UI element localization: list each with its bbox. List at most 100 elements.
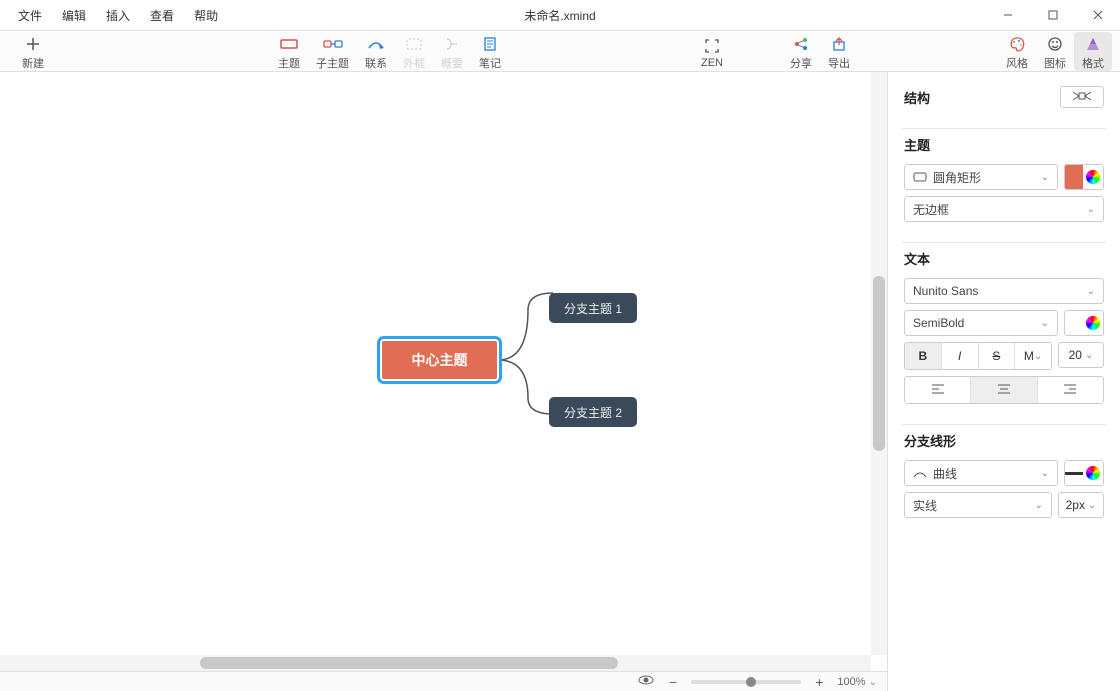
toolbar-new[interactable]: 新建 xyxy=(14,32,52,71)
format-panel: 结构 主题 圆角矩形 ⌄ 无边框 ⌄ 文本 xyxy=(887,72,1120,691)
toolbar-format[interactable]: 格式 xyxy=(1074,32,1112,71)
shape-select[interactable]: 圆角矩形 ⌄ xyxy=(904,164,1058,190)
curve-icon xyxy=(913,468,927,478)
mindmap-canvas[interactable]: 中心主题 分支主题 1 分支主题 2 xyxy=(0,72,887,671)
chevron-down-icon: ⌄ xyxy=(1041,468,1049,479)
line-width-label: 2px xyxy=(1066,498,1085,512)
toolbar-subtopic-label: 子主题 xyxy=(316,55,349,71)
minimize-button[interactable] xyxy=(985,0,1030,30)
panel-divider xyxy=(902,242,1106,243)
section-structure: 结构 xyxy=(904,86,1104,108)
toolbar-relation[interactable]: 联系 xyxy=(357,32,395,71)
toolbar-topic[interactable]: 主题 xyxy=(270,32,308,71)
toolbar-zen-label: ZEN xyxy=(701,57,723,69)
vertical-scrollbar[interactable] xyxy=(871,72,887,655)
menu-view[interactable]: 查看 xyxy=(140,0,184,30)
italic-button[interactable]: I xyxy=(942,343,979,369)
menu-help[interactable]: 帮助 xyxy=(184,0,228,30)
horizontal-scrollbar-thumb[interactable] xyxy=(200,657,618,669)
zoom-in-button[interactable]: + xyxy=(811,674,827,690)
topic-title: 主题 xyxy=(904,135,1104,154)
icons-icon xyxy=(1045,34,1065,54)
toolbar-share-label: 分享 xyxy=(790,55,812,71)
window-controls xyxy=(985,0,1120,30)
toolbar-icons-label: 图标 xyxy=(1044,55,1066,71)
topic-icon xyxy=(279,34,299,54)
format-icon xyxy=(1083,34,1103,54)
font-size-label: 20 xyxy=(1069,348,1082,362)
line-width-select[interactable]: 2px ⌄ xyxy=(1058,492,1104,518)
plus-icon xyxy=(23,34,43,54)
node-branch1-label: 分支主题 1 xyxy=(564,300,622,317)
maximize-button[interactable] xyxy=(1030,0,1075,30)
strike-button[interactable]: S xyxy=(979,343,1016,369)
subtopic-icon xyxy=(323,34,343,54)
toolbar-summary: 概要 xyxy=(433,32,471,71)
case-button[interactable]: M⌄ xyxy=(1015,343,1051,369)
close-button[interactable] xyxy=(1075,0,1120,30)
node-branch-1[interactable]: 分支主题 1 xyxy=(549,293,637,323)
share-icon xyxy=(791,34,811,54)
text-style-group: B I S M⌄ xyxy=(904,342,1052,370)
toolbar-topic-label: 主题 xyxy=(278,55,300,71)
relation-icon xyxy=(366,34,386,54)
toolbar-export[interactable]: 导出 xyxy=(820,32,858,71)
toolbar-zen[interactable]: ZEN xyxy=(693,34,731,69)
align-center-icon xyxy=(997,383,1011,397)
toolbar-summary-label: 概要 xyxy=(441,55,463,71)
chevron-down-icon: ⌄ xyxy=(1087,286,1095,297)
topic-fill-color[interactable] xyxy=(1064,164,1104,190)
line-color[interactable] xyxy=(1064,460,1104,486)
boundary-icon xyxy=(404,34,424,54)
structure-select[interactable] xyxy=(1060,86,1104,108)
horizontal-scrollbar[interactable] xyxy=(0,655,871,671)
toolbar-style[interactable]: 风格 xyxy=(998,32,1036,71)
node-center-label: 中心主题 xyxy=(412,350,468,370)
zoom-out-button[interactable]: − xyxy=(665,674,681,690)
chevron-down-icon: ⌄ xyxy=(1085,350,1093,361)
toolbar-icons[interactable]: 图标 xyxy=(1036,32,1074,71)
toolbar-notes[interactable]: 笔记 xyxy=(471,32,509,71)
line-type-select[interactable]: 曲线 ⌄ xyxy=(904,460,1058,486)
font-weight-select[interactable]: SemiBold ⌄ xyxy=(904,310,1058,336)
vertical-scrollbar-thumb[interactable] xyxy=(873,276,885,451)
canvas-area[interactable]: 中心主题 分支主题 1 分支主题 2 xyxy=(0,72,887,671)
menubar: 文件 编辑 插入 查看 帮助 xyxy=(0,0,236,30)
zoom-slider-thumb[interactable] xyxy=(746,677,756,687)
chevron-down-icon: ⌄ xyxy=(1035,500,1043,511)
panel-divider xyxy=(902,424,1106,425)
node-center-topic[interactable]: 中心主题 xyxy=(377,336,502,384)
zen-icon xyxy=(702,36,722,56)
zoom-slider[interactable] xyxy=(691,680,801,684)
align-group xyxy=(904,376,1104,404)
line-style-select[interactable]: 实线 ⌄ xyxy=(904,492,1052,518)
line-type-label: 曲线 xyxy=(933,465,1041,482)
font-size-select[interactable]: 20 ⌄ xyxy=(1058,342,1104,368)
toolbar: 新建 主题 子主题 联系 外框 概要 笔记 ZEN xyxy=(0,30,1120,72)
toolbar-subtopic[interactable]: 子主题 xyxy=(308,32,357,71)
node-branch-2[interactable]: 分支主题 2 xyxy=(549,397,637,427)
toolbar-boundary: 外框 xyxy=(395,32,433,71)
chevron-down-icon: ⌄ xyxy=(1088,500,1096,511)
structure-icon xyxy=(1071,90,1093,105)
align-left-icon xyxy=(931,383,945,397)
style-icon xyxy=(1007,34,1027,54)
bold-button[interactable]: B xyxy=(905,343,942,369)
align-right-button[interactable] xyxy=(1038,377,1103,403)
toolbar-share[interactable]: 分享 xyxy=(782,32,820,71)
border-select[interactable]: 无边框 ⌄ xyxy=(904,196,1104,222)
color-wheel-icon xyxy=(1086,170,1100,184)
outline-toggle[interactable] xyxy=(637,674,655,689)
menu-edit[interactable]: 编辑 xyxy=(52,0,96,30)
branch-line-title: 分支线形 xyxy=(904,431,1104,450)
rounded-rect-icon xyxy=(913,172,927,182)
align-center-button[interactable] xyxy=(971,377,1037,403)
panel-divider xyxy=(902,128,1106,129)
zoom-level[interactable]: 100% ⌄ xyxy=(837,676,877,688)
line-color-preview xyxy=(1065,461,1083,485)
align-left-button[interactable] xyxy=(905,377,971,403)
menu-file[interactable]: 文件 xyxy=(8,0,52,30)
font-select[interactable]: Nunito Sans ⌄ xyxy=(904,278,1104,304)
menu-insert[interactable]: 插入 xyxy=(96,0,140,30)
text-color[interactable] xyxy=(1064,310,1104,336)
